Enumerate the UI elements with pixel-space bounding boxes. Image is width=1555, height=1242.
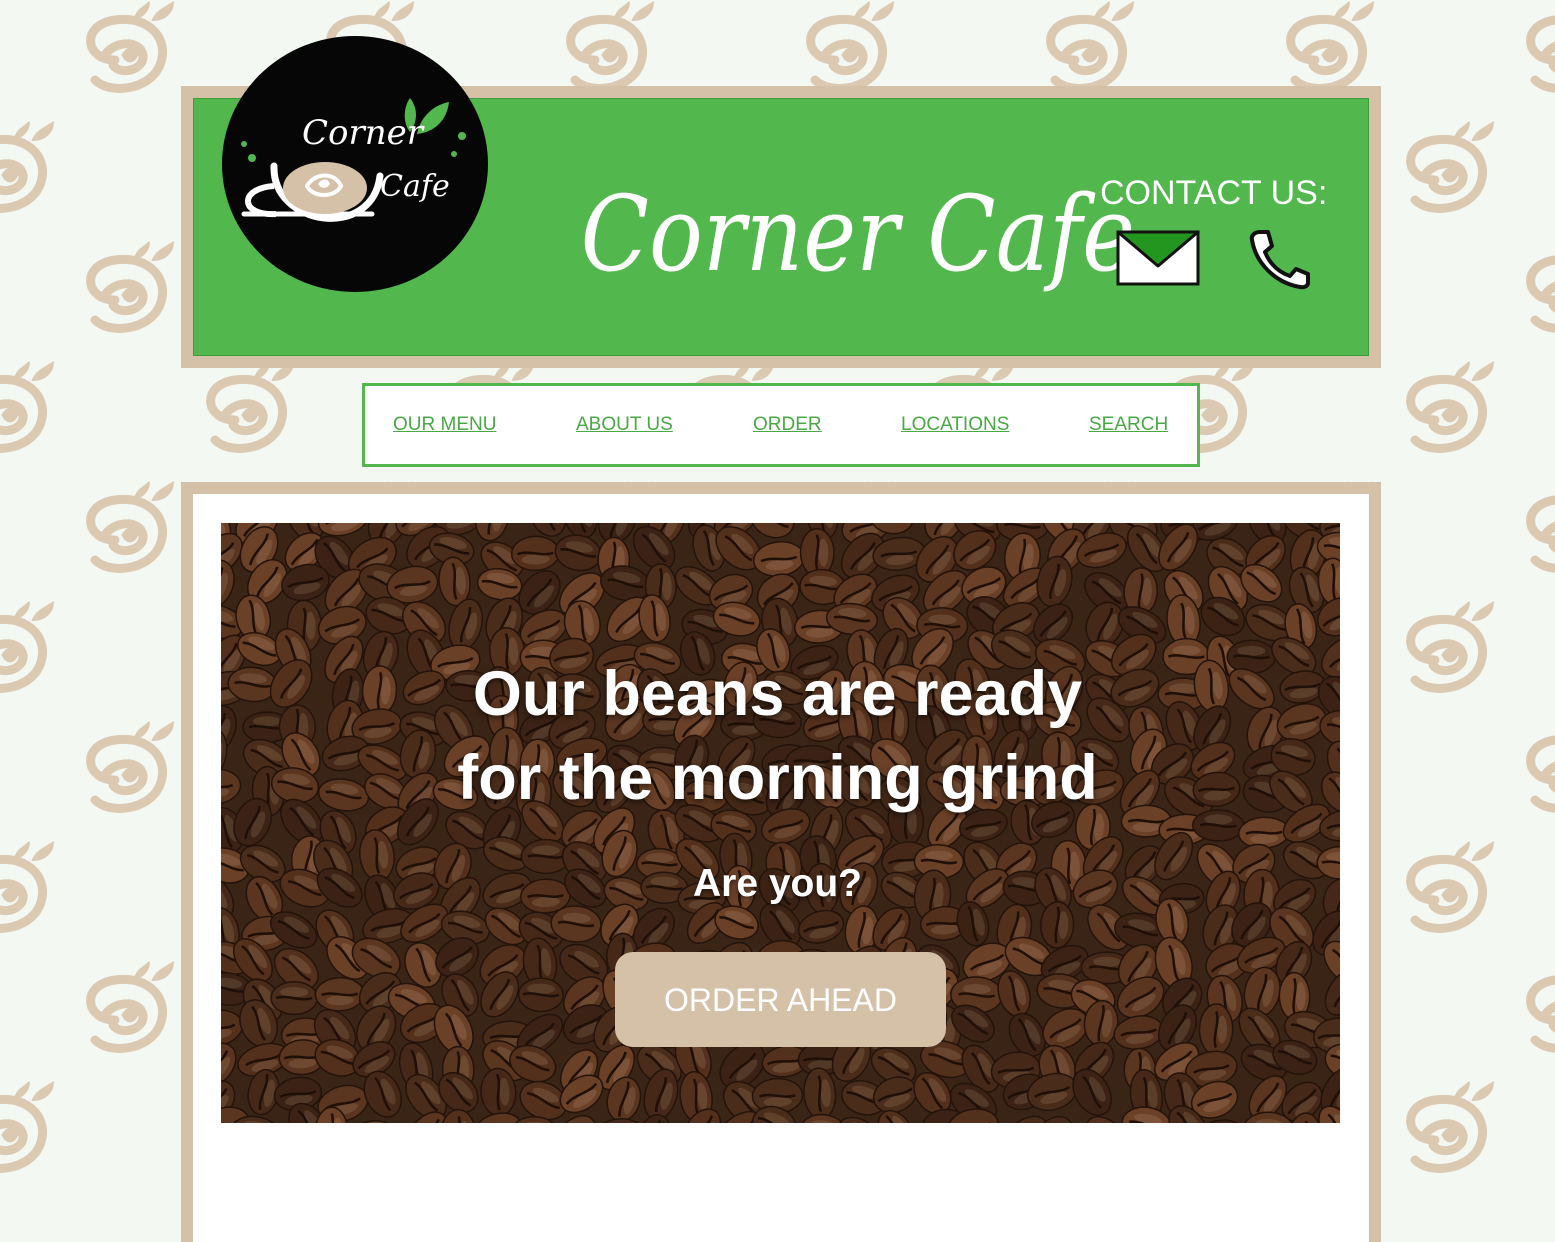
nav-item-locations[interactable]: LOCATIONS — [901, 414, 1009, 436]
logo[interactable]: Corner Cafe — [222, 36, 488, 292]
logo-text-cafe: Cafe — [380, 169, 450, 204]
hero-subheadline: Are you? — [0, 862, 1555, 906]
main-nav: OUR MENU ABOUT US ORDER LOCATIONS SEARCH — [362, 383, 1200, 467]
nav-item-about-us[interactable]: ABOUT US — [576, 414, 673, 436]
logo-text-corner: Corner — [302, 113, 425, 153]
order-ahead-button[interactable]: ORDER AHEAD — [615, 952, 946, 1047]
nav-item-search[interactable]: SEARCH — [1089, 414, 1168, 436]
hero-headline: Our beans are ready for the morning grin… — [0, 652, 1555, 820]
hero-headline-line-1: Our beans are ready — [0, 652, 1555, 736]
phone-icon[interactable] — [1246, 228, 1312, 290]
nav-item-our-menu[interactable]: OUR MENU — [393, 414, 496, 436]
site-title: Corner Cafe — [572, 145, 1042, 315]
site-title-text: Corner Cafe — [581, 173, 1135, 294]
hero-headline-line-2: for the morning grind — [0, 736, 1555, 820]
mail-icon[interactable] — [1116, 230, 1200, 286]
nav-item-order[interactable]: ORDER — [753, 414, 822, 436]
contact-label: CONTACT US: — [1100, 174, 1327, 213]
